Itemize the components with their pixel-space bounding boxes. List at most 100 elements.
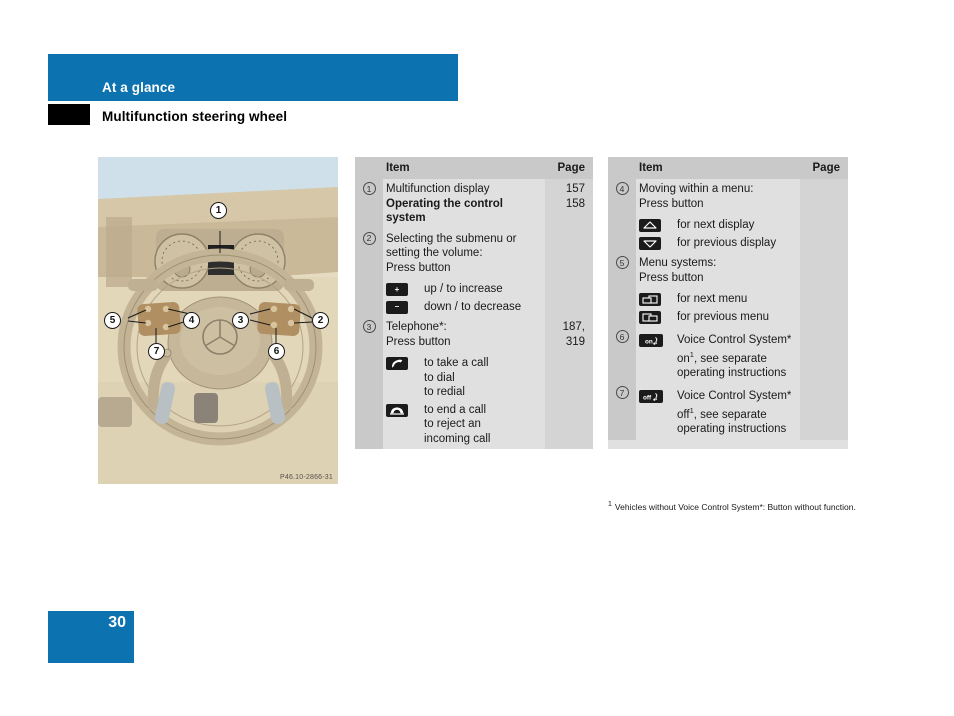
- column-header-page: Page: [812, 162, 841, 174]
- banner-title: At a glance: [102, 80, 176, 95]
- page-number: 30: [108, 614, 126, 631]
- item-text: Selecting the submenu or setting the vol…: [386, 232, 517, 260]
- table-body: 4 Moving within a menu: Press button for ne…: [608, 179, 848, 449]
- table-row: 3 Telephone*: Press button to take a call to…: [355, 317, 593, 449]
- table-row: 2 Selecting the submenu or setting the vo…: [355, 228, 593, 317]
- row-number-cell: 7: [608, 383, 636, 440]
- table-body: 1 Multifunction display Operating the cont…: [355, 179, 593, 449]
- section-marker: [48, 104, 90, 125]
- row-number-cell: 5: [608, 253, 636, 327]
- item-text: Moving within a menu:: [639, 183, 754, 195]
- page-reference: 158: [565, 197, 585, 210]
- figure-callout-4: 4: [183, 312, 200, 329]
- item-text: Press button: [639, 197, 704, 210]
- button-icon-label: for next menu: [677, 293, 748, 305]
- row-number-cell: 4: [608, 179, 636, 253]
- button-icon-cell: on: [639, 333, 677, 347]
- chip-glyph: +: [394, 284, 400, 294]
- table-row: 1 Multifunction display Operating the cont…: [355, 179, 593, 229]
- footnote-marker: 1: [608, 501, 612, 508]
- row-page-cell: [800, 383, 848, 440]
- table-header-row: Item Page: [355, 157, 593, 179]
- row-number-cell: 1: [355, 179, 383, 229]
- triangle-down-icon: [639, 236, 661, 250]
- button-icon-row: for previous display: [639, 236, 796, 251]
- figure-callout-3: 3: [232, 312, 249, 329]
- button-icon-cell: off: [639, 389, 677, 404]
- button-icon-label: up / to increase: [424, 283, 503, 295]
- button-icon-label: for previous display: [677, 236, 777, 249]
- button-icon-row: to end a call to reject an incoming call: [386, 403, 541, 447]
- row-item-cell: Multifunction display Operating the contr…: [383, 179, 545, 229]
- triangle-up-icon: [639, 219, 661, 232]
- button-icon-label: Voice Control System* off1, see separate…: [677, 390, 792, 436]
- button-icon-cell: [386, 403, 424, 417]
- item-text: Menu systems:: [639, 257, 717, 269]
- button-icon-row: for previous menu: [639, 310, 796, 325]
- manual-page: At a glance Multifunction steering wheel: [0, 0, 954, 716]
- callout-number-badge: 6: [615, 330, 629, 343]
- button-icon-cell: [639, 236, 677, 250]
- row-page-cell: [545, 228, 593, 317]
- footnote-reference: 1: [689, 405, 694, 415]
- reference-table-left: Item Page 1 Multifunction display Operating …: [355, 157, 593, 449]
- button-icon-cell: –: [386, 300, 424, 314]
- phone-end-call-icon: [386, 403, 408, 417]
- row-page-cell: 187, 319: [545, 317, 593, 449]
- row-page-cell: [800, 253, 848, 327]
- button-icon-row: off Voice Control System* off1, see separ…: [639, 389, 796, 436]
- voice-control-off-icon: off: [639, 390, 663, 404]
- figure-callout-2: 2: [312, 312, 329, 329]
- button-icon-cell: [386, 356, 424, 370]
- button-icon-row: on Voice Control System* on1, see separat…: [639, 333, 796, 380]
- button-icon-label: for previous menu: [677, 310, 770, 323]
- button-icon-cell: [639, 218, 677, 232]
- callout-number-badge: 7: [615, 386, 629, 400]
- column-header-item: Item: [639, 162, 663, 174]
- table-header-row: Item Page: [608, 157, 848, 179]
- button-icon-label: to end a call to reject an incoming call: [424, 403, 491, 445]
- row-item-cell: on Voice Control System* on1, see separat…: [636, 327, 800, 384]
- button-icon-row: to take a call to dial to redial: [386, 356, 541, 400]
- table-row: 4 Moving within a menu: Press button for ne…: [608, 179, 848, 253]
- item-text: Multifunction display: [386, 183, 490, 195]
- item-text-bold: Operating the control system: [386, 197, 503, 225]
- table-row: 5 Menu systems: Press button for next menu f…: [608, 253, 848, 327]
- figure-callout-6: 6: [268, 343, 285, 360]
- voice-control-on-icon: on: [639, 334, 663, 347]
- row-number-cell: 6: [608, 327, 636, 384]
- row-page-cell: [800, 179, 848, 253]
- page-reference: 157: [565, 183, 585, 195]
- row-item-cell: Selecting the submenu or setting the vol…: [383, 228, 545, 317]
- row-number-cell: 3: [355, 317, 383, 449]
- callout-number-badge: 1: [362, 182, 376, 195]
- row-item-cell: Moving within a menu: Press button for nex…: [636, 179, 800, 253]
- figure-callout-1: 1: [210, 202, 227, 219]
- reference-table-right: Item Page 4 Moving within a menu: Press butt…: [608, 157, 848, 449]
- button-icon-label: down / to decrease: [424, 300, 522, 313]
- button-icon-row: + up / to increase: [386, 282, 541, 297]
- callout-number-badge: 2: [362, 231, 376, 245]
- minus-button-icon: –: [386, 300, 408, 314]
- table-row: 7 off Voice Control System* off1, see sepa…: [608, 383, 848, 440]
- button-icon-cell: [639, 292, 677, 306]
- item-text: Press button: [639, 271, 704, 284]
- steering-wheel-figure: 1 2 3 4 5 6 7 P46.10-2866-31: [98, 157, 338, 484]
- callout-number-badge: 4: [615, 182, 629, 195]
- button-icon-cell: [639, 310, 677, 324]
- button-icon-row: – down / to decrease: [386, 300, 541, 315]
- phone-take-call-icon: [386, 357, 408, 370]
- menu-next-icon: [639, 293, 661, 306]
- row-page-cell: 157 158: [545, 179, 593, 229]
- svg-text:off: off: [643, 395, 652, 402]
- row-number-cell: 2: [355, 228, 383, 317]
- button-icon-row: for next menu: [639, 292, 796, 307]
- button-icon-label: Voice Control System* on1, see separate …: [677, 334, 792, 379]
- column-header-page: Page: [557, 162, 586, 174]
- svg-text:on: on: [645, 339, 653, 346]
- figure-callout-7: 7: [148, 343, 165, 360]
